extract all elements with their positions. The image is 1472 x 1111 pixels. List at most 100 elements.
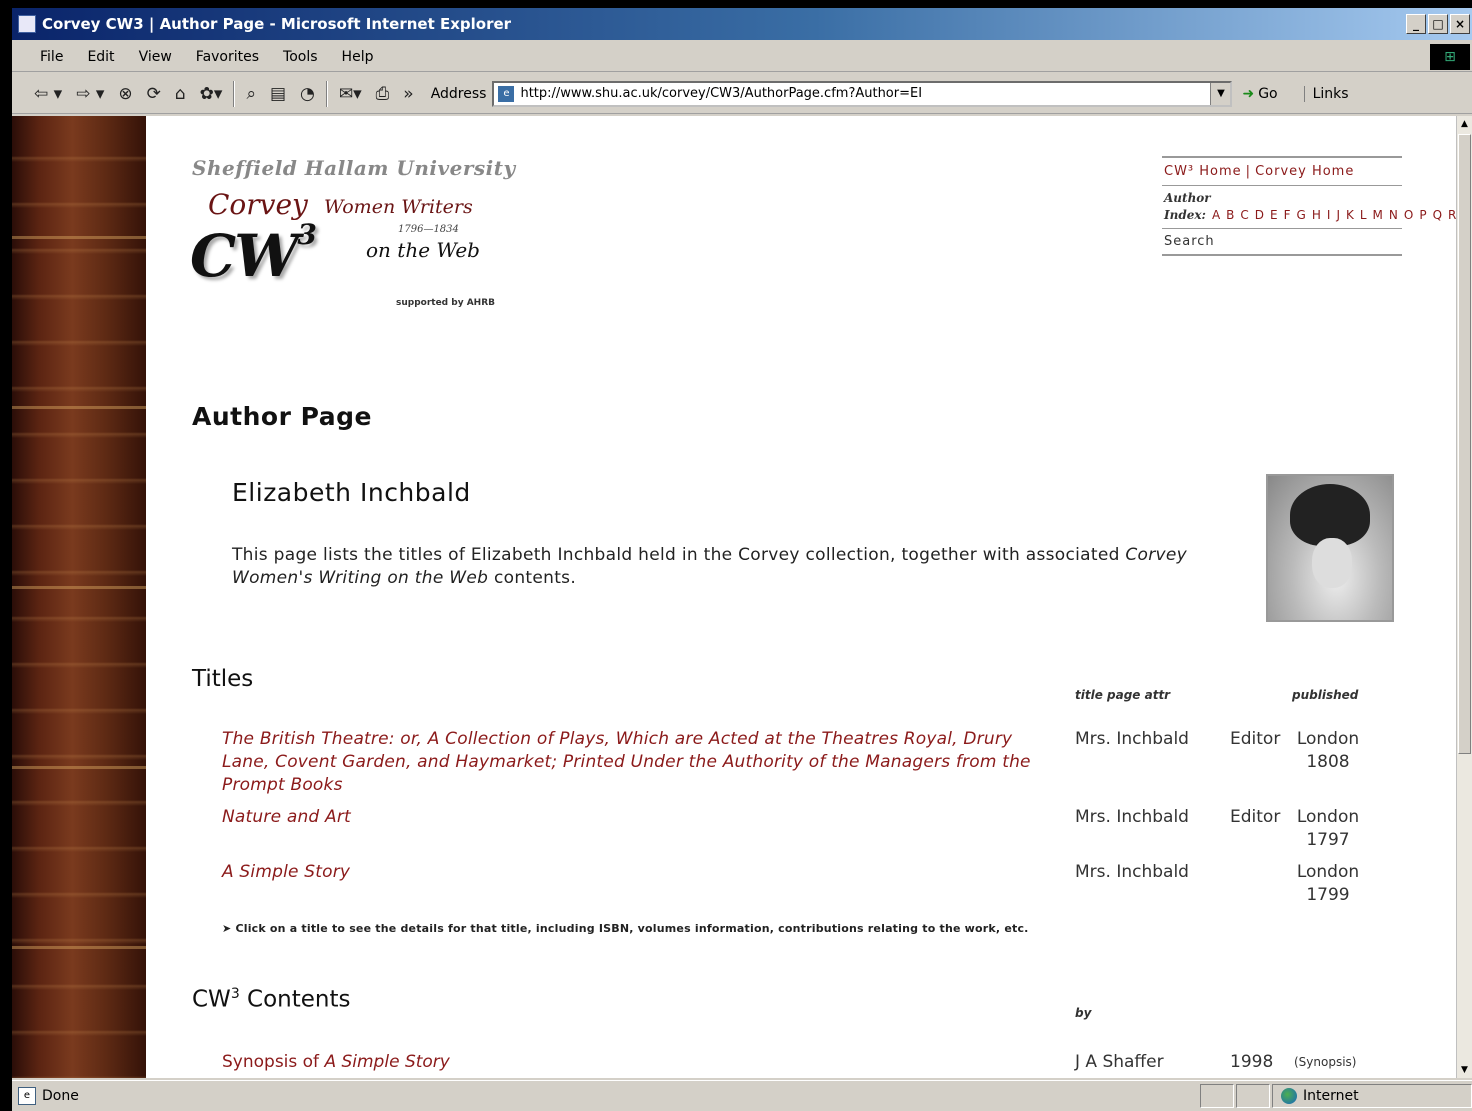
forward-arrow-icon[interactable]: ⇨ ▾ bbox=[69, 84, 111, 104]
go-arrow-icon: ➜ bbox=[1242, 85, 1255, 102]
menu-favorites[interactable]: Favorites bbox=[184, 49, 271, 65]
page-icon: e bbox=[498, 85, 515, 102]
content-link[interactable]: Synopsis of A Simple Story bbox=[222, 1052, 450, 1072]
history-icon[interactable]: ◔ bbox=[293, 84, 322, 104]
author-index-letter-m[interactable]: M bbox=[1373, 208, 1384, 222]
stop-icon[interactable]: ⊗ bbox=[111, 84, 139, 104]
close-button[interactable]: × bbox=[1450, 14, 1470, 34]
title-role: Editor bbox=[1230, 729, 1281, 749]
author-index-letter-o[interactable]: O bbox=[1404, 208, 1414, 222]
author-index-label: Author Index: bbox=[1164, 191, 1211, 222]
mail-icon[interactable]: ✉▾ bbox=[332, 84, 369, 104]
title-attr: Mrs. Inchbald bbox=[1075, 729, 1189, 749]
title-attr: Mrs. Inchbald bbox=[1075, 862, 1189, 882]
content-year: 1998 bbox=[1230, 1052, 1274, 1072]
address-bar[interactable]: e http://www.shu.ac.uk/corvey/CW3/Author… bbox=[492, 80, 1233, 107]
back-arrow-icon[interactable]: ⇦ ▾ bbox=[12, 84, 69, 104]
more-chevron-icon[interactable]: » bbox=[396, 84, 420, 104]
author-index-letter-b[interactable]: B bbox=[1226, 208, 1235, 222]
author-name: Elizabeth Inchbald bbox=[232, 478, 471, 507]
author-index-letter-n[interactable]: N bbox=[1389, 208, 1399, 222]
maximize-button[interactable]: □ bbox=[1428, 14, 1448, 34]
status-text: Done bbox=[42, 1088, 79, 1104]
titles-note: ➤ Click on a title to see the details fo… bbox=[222, 922, 1029, 935]
toolbar-separator bbox=[325, 80, 328, 107]
corvey-home-link[interactable]: Corvey Home bbox=[1255, 164, 1354, 179]
menu-file[interactable]: File bbox=[12, 49, 75, 65]
title-role: Editor bbox=[1230, 807, 1281, 827]
scroll-up-icon[interactable]: ▲ bbox=[1457, 116, 1472, 132]
author-index-letter-h[interactable]: H bbox=[1312, 208, 1322, 222]
print-icon[interactable]: ⎙ bbox=[369, 84, 397, 104]
cw3-contents-heading: CW3 Contents bbox=[192, 986, 351, 1013]
address-dropdown-icon[interactable]: ▼ bbox=[1210, 82, 1231, 105]
refresh-icon[interactable]: ⟳ bbox=[140, 84, 168, 104]
titles-heading: Titles bbox=[192, 666, 254, 692]
author-index-letter-a[interactable]: A bbox=[1212, 208, 1221, 222]
title-published: London 1799 bbox=[1296, 862, 1360, 905]
content-by: J A Shaffer bbox=[1075, 1052, 1164, 1072]
address-input[interactable]: http://www.shu.ac.uk/corvey/CW3/AuthorPa… bbox=[520, 86, 1210, 101]
author-index-letter-f[interactable]: F bbox=[1284, 208, 1292, 222]
col-by: by bbox=[1075, 1006, 1092, 1020]
address-label: Address bbox=[430, 85, 487, 102]
page-viewport: Sheffield Hallam University Corvey Women… bbox=[12, 116, 1472, 1078]
author-index-letter-l[interactable]: L bbox=[1360, 208, 1368, 222]
cw3-home-link[interactable]: CW³ Home bbox=[1164, 164, 1242, 179]
go-button[interactable]: ➜ Go bbox=[1242, 86, 1277, 102]
author-index-letter-c[interactable]: C bbox=[1240, 208, 1249, 222]
ie-icon bbox=[18, 15, 36, 33]
author-index-letter-d[interactable]: D bbox=[1255, 208, 1265, 222]
vertical-scrollbar[interactable]: ▲ ▼ bbox=[1456, 116, 1472, 1078]
title-published: London 1808 bbox=[1296, 729, 1360, 772]
status-panel bbox=[1236, 1084, 1270, 1108]
browser-window: Corvey CW3 | Author Page - Microsoft Int… bbox=[12, 8, 1472, 1111]
links-button[interactable]: Links bbox=[1303, 85, 1349, 102]
book-spine-decoration bbox=[12, 116, 146, 1078]
zone-label: Internet bbox=[1303, 1088, 1359, 1104]
globe-icon bbox=[1281, 1088, 1297, 1104]
search-link[interactable]: Search bbox=[1162, 229, 1402, 254]
title-link[interactable]: Nature and Art bbox=[222, 806, 1062, 829]
minimize-button[interactable]: _ bbox=[1406, 14, 1426, 34]
scroll-down-icon[interactable]: ▼ bbox=[1457, 1062, 1472, 1078]
logo-corvey: Corvey bbox=[208, 188, 308, 221]
scroll-thumb[interactable] bbox=[1458, 134, 1471, 754]
title-published: London 1797 bbox=[1296, 807, 1360, 850]
search-icon[interactable]: ⌕ bbox=[239, 84, 263, 104]
go-label: Go bbox=[1258, 85, 1278, 102]
page-title: Author Page bbox=[192, 402, 372, 431]
media-icon[interactable]: ✿▾ bbox=[193, 84, 230, 104]
author-index-letter-g[interactable]: G bbox=[1297, 208, 1307, 222]
title-link[interactable]: The British Theatre: or, A Collection of… bbox=[222, 728, 1062, 797]
toolbar-separator bbox=[233, 80, 236, 107]
status-bar: e Done Internet bbox=[12, 1080, 1472, 1111]
page-status-icon: e bbox=[18, 1087, 36, 1105]
author-index-letter-p[interactable]: P bbox=[1419, 208, 1427, 222]
status-panel bbox=[1200, 1084, 1234, 1108]
author-index-letter-j[interactable]: J bbox=[1336, 208, 1341, 222]
col-title-page-attr: title page attr bbox=[1075, 688, 1171, 702]
home-icon[interactable]: ⌂ bbox=[168, 84, 193, 104]
col-published: published bbox=[1292, 688, 1359, 702]
windows-logo-icon: ⊞ bbox=[1430, 44, 1470, 70]
title-bar[interactable]: Corvey CW3 | Author Page - Microsoft Int… bbox=[12, 8, 1472, 40]
author-index-letter-e[interactable]: E bbox=[1270, 208, 1279, 222]
site-nav: CW³ Home | Corvey Home Author Index: A B C D E F… bbox=[1162, 156, 1470, 256]
author-portrait bbox=[1266, 474, 1394, 622]
author-index-letter-q[interactable]: Q bbox=[1433, 208, 1443, 222]
window-title: Corvey CW3 | Author Page - Microsoft Int… bbox=[42, 15, 512, 33]
favorites-icon[interactable]: ▤ bbox=[263, 84, 293, 104]
menu-help[interactable]: Help bbox=[330, 49, 386, 65]
menu-view[interactable]: View bbox=[127, 49, 184, 65]
author-index-letter-i[interactable]: I bbox=[1327, 208, 1332, 222]
content-type-link[interactable]: (Synopsis) bbox=[1294, 1055, 1356, 1069]
intro-text: This page lists the titles of Elizabeth … bbox=[232, 545, 1188, 588]
security-zone: Internet bbox=[1272, 1084, 1472, 1108]
menu-tools[interactable]: Tools bbox=[271, 49, 330, 65]
title-link[interactable]: A Simple Story bbox=[222, 861, 1062, 884]
nav-separator: | bbox=[1245, 164, 1252, 179]
title-attr: Mrs. Inchbald bbox=[1075, 807, 1189, 827]
author-index-letter-k[interactable]: K bbox=[1346, 208, 1355, 222]
menu-edit[interactable]: Edit bbox=[75, 49, 126, 65]
